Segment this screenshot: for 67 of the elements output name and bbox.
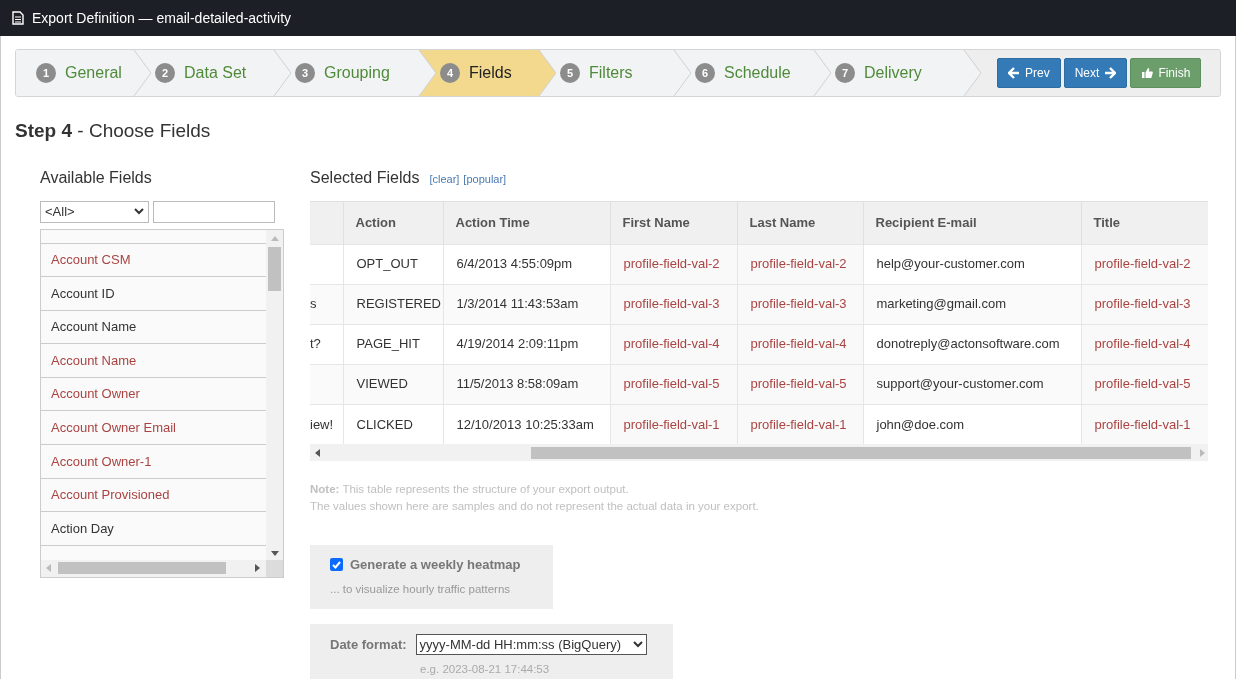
table-cell: profile-field-val-1 [737, 404, 863, 444]
window-title: Export Definition — email-detailed-activity [32, 8, 292, 28]
step-number: 7 [835, 63, 855, 83]
field-item[interactable]: Account Provisioned [51, 485, 170, 505]
table-cell: s [310, 296, 317, 312]
scroll-left-icon[interactable] [315, 448, 320, 457]
search-field[interactable] [153, 200, 275, 223]
table-cell: profile-field-val-1 [1081, 404, 1208, 444]
field-item[interactable]: Action Day [51, 518, 114, 539]
scroll-up-icon[interactable] [270, 235, 279, 241]
step-number: 4 [440, 63, 460, 83]
prev-button[interactable]: Prev [997, 58, 1061, 88]
arrow-right-icon [1104, 67, 1117, 79]
table-cell: iew! [310, 416, 334, 432]
arrow-left-icon [1008, 67, 1020, 79]
scroll-right-icon[interactable] [255, 564, 260, 572]
field-label: Date format: [330, 635, 407, 654]
document-icon [12, 11, 24, 25]
text-link[interactable]: [clear] [429, 170, 460, 187]
table-cell: profile-field-val-5 [610, 364, 737, 404]
scroll-thumb[interactable] [268, 246, 281, 291]
table-cell: profile-field-val-3 [737, 284, 863, 324]
table-cell: profile-field-val-3 [610, 284, 737, 324]
step-number: 3 [295, 63, 315, 83]
thumbs-up-icon [1141, 67, 1154, 79]
vertical-scrollbar[interactable] [266, 229, 283, 562]
page-heading: Step 4 - Choose Fields [15, 119, 211, 143]
scroll-down-icon[interactable] [270, 550, 279, 556]
next-button[interactable]: Next [1063, 58, 1128, 88]
hint-text: ... to visualize hourly traffic patterns [330, 581, 511, 597]
chevron-down-icon [134, 208, 144, 215]
step-number: 1 [36, 63, 56, 83]
field-item[interactable]: Account Owner-1 [51, 451, 152, 472]
chevron-down-icon [632, 640, 643, 648]
note-text: The values shown here are samples and do not represent the actual data in your export. [310, 499, 759, 514]
note-text: Note: This table represents the structure of your export output. [310, 482, 629, 497]
horizontal-scrollbar[interactable] [310, 444, 1208, 461]
table-cell: profile-field-val-2 [610, 244, 737, 284]
checkbox-label: Generate a weekly heatmap [350, 556, 521, 574]
heatmap-checkbox[interactable] [330, 558, 343, 572]
field-item[interactable]: Account ID [51, 283, 115, 304]
table-cell: t? [310, 336, 321, 352]
field-item[interactable]: Account CSM [51, 250, 131, 270]
field-item[interactable]: Account Owner [51, 384, 140, 404]
filter-dropdown[interactable]: <All> [40, 200, 149, 223]
section-heading: Available Fields [40, 167, 152, 188]
step-number: 5 [560, 63, 580, 83]
horizontal-scrollbar[interactable] [41, 559, 267, 577]
table-cell: profile-field-val-1 [610, 404, 737, 444]
step-number: 6 [695, 63, 715, 83]
field-item[interactable]: Account Name [51, 317, 137, 337]
text-link[interactable]: [popular] [463, 170, 507, 187]
date-format-dropdown[interactable]: yyyy-MM-dd HH:mm:ss (BigQuery) [415, 633, 647, 655]
table-cell: profile-field-val-2 [1081, 244, 1208, 284]
step-number: 2 [155, 63, 175, 83]
field-item[interactable]: Account Owner Email [51, 418, 176, 438]
table-cell: profile-field-val-4 [610, 324, 737, 364]
example-text: e.g. 2023-08-21 17:44:53 [420, 661, 550, 677]
table-cell: profile-field-val-2 [737, 244, 863, 284]
finish-button[interactable]: Finish [1130, 58, 1202, 88]
section-heading: Selected Fields [310, 167, 420, 188]
table-cell: profile-field-val-3 [1081, 284, 1208, 324]
table-cell: profile-field-val-5 [1081, 364, 1208, 404]
table-cell: profile-field-val-4 [737, 324, 863, 364]
table-cell: profile-field-val-5 [737, 364, 863, 404]
field-item[interactable]: Account Name [51, 350, 137, 371]
table-cell: profile-field-val-4 [1081, 324, 1208, 364]
